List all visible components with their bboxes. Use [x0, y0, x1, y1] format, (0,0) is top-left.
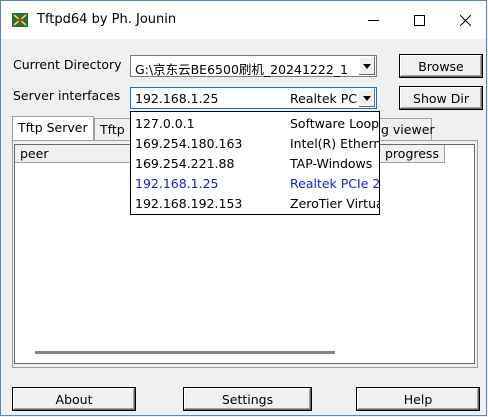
tab-tftp-server[interactable]: Tftp Server	[12, 116, 94, 140]
server-interface-selected-nic: Realtek PC	[290, 91, 358, 106]
chevron-down-icon[interactable]	[358, 57, 375, 75]
help-button[interactable]: Help	[356, 387, 480, 411]
tab-log-viewer[interactable]: g viewer	[376, 118, 435, 140]
server-interfaces-dropdown[interactable]: 127.0.0.1 Software Loopb 169.254.180.163…	[130, 111, 380, 215]
column-header-progress[interactable]: progress	[380, 145, 445, 163]
tab-tftp-server-label: Tftp Server	[18, 120, 88, 135]
interface-option-2[interactable]: 169.254.180.163 Intel(R) Etherne	[131, 134, 379, 154]
option-nic: TAP-Windows	[290, 156, 373, 171]
interface-option-3[interactable]: 169.254.221.88 TAP-Windows	[131, 154, 379, 174]
settings-button[interactable]: Settings	[183, 387, 312, 411]
maximize-button[interactable]	[396, 1, 442, 39]
server-interface-selected-ip: 192.168.1.25	[135, 91, 219, 106]
option-nic: ZeroTier Virtua	[290, 196, 380, 211]
interface-option-5[interactable]: 192.168.192.153 ZeroTier Virtua	[131, 194, 379, 214]
option-ip: 169.254.221.88	[135, 156, 235, 171]
minimize-icon	[367, 19, 379, 21]
horizontal-scrollbar[interactable]	[35, 351, 335, 354]
app-window: Tftpd64 by Ph. Jounin Current Directory …	[0, 0, 487, 416]
option-nic: Realtek PCIe 2	[290, 176, 380, 191]
window-title: Tftpd64 by Ph. Jounin	[37, 12, 177, 27]
server-interfaces-combo[interactable]: 192.168.1.25 Realtek PC	[130, 87, 377, 109]
option-ip: 192.168.192.153	[135, 196, 243, 211]
option-nic: Intel(R) Etherne	[290, 136, 380, 151]
minimize-button[interactable]	[350, 1, 396, 39]
interface-option-4[interactable]: 192.168.1.25 Realtek PCIe 2	[131, 174, 379, 194]
current-directory-label: Current Directory	[13, 57, 122, 72]
show-dir-button-label: Show Dir	[413, 90, 469, 106]
option-nic: Software Loopb	[290, 116, 380, 131]
option-ip: 127.0.0.1	[135, 116, 195, 131]
server-interfaces-label: Server interfaces	[13, 88, 121, 103]
tab-tftp-client[interactable]: Tftp	[94, 118, 134, 140]
help-button-label: Help	[403, 391, 433, 407]
option-ip: 169.254.180.163	[135, 136, 243, 151]
browse-button[interactable]: Browse	[399, 54, 483, 78]
close-button[interactable]	[442, 1, 488, 39]
chevron-down-icon[interactable]	[358, 89, 375, 107]
column-header-peer-label: peer	[20, 146, 49, 161]
current-directory-combo[interactable]: G:\京东云BE6500刷机_20241222_1	[130, 55, 377, 77]
column-header-progress-label: progress	[385, 146, 439, 161]
title-bar[interactable]: Tftpd64 by Ph. Jounin	[1, 1, 486, 39]
current-directory-value: G:\京东云BE6500刷机_20241222_1	[135, 62, 348, 77]
close-icon	[459, 14, 471, 26]
tab-tftp-client-label: Tftp	[100, 122, 125, 137]
app-icon	[12, 13, 28, 27]
option-ip: 192.168.1.25	[135, 176, 219, 191]
about-button[interactable]: About	[12, 387, 136, 411]
tab-log-viewer-label: g viewer	[381, 122, 435, 137]
maximize-icon	[413, 14, 425, 26]
browse-button-label: Browse	[418, 58, 464, 74]
settings-button-label: Settings	[221, 391, 274, 407]
interface-option-1[interactable]: 127.0.0.1 Software Loopb	[131, 114, 379, 134]
about-button-label: About	[55, 391, 93, 407]
show-dir-button[interactable]: Show Dir	[399, 86, 483, 110]
